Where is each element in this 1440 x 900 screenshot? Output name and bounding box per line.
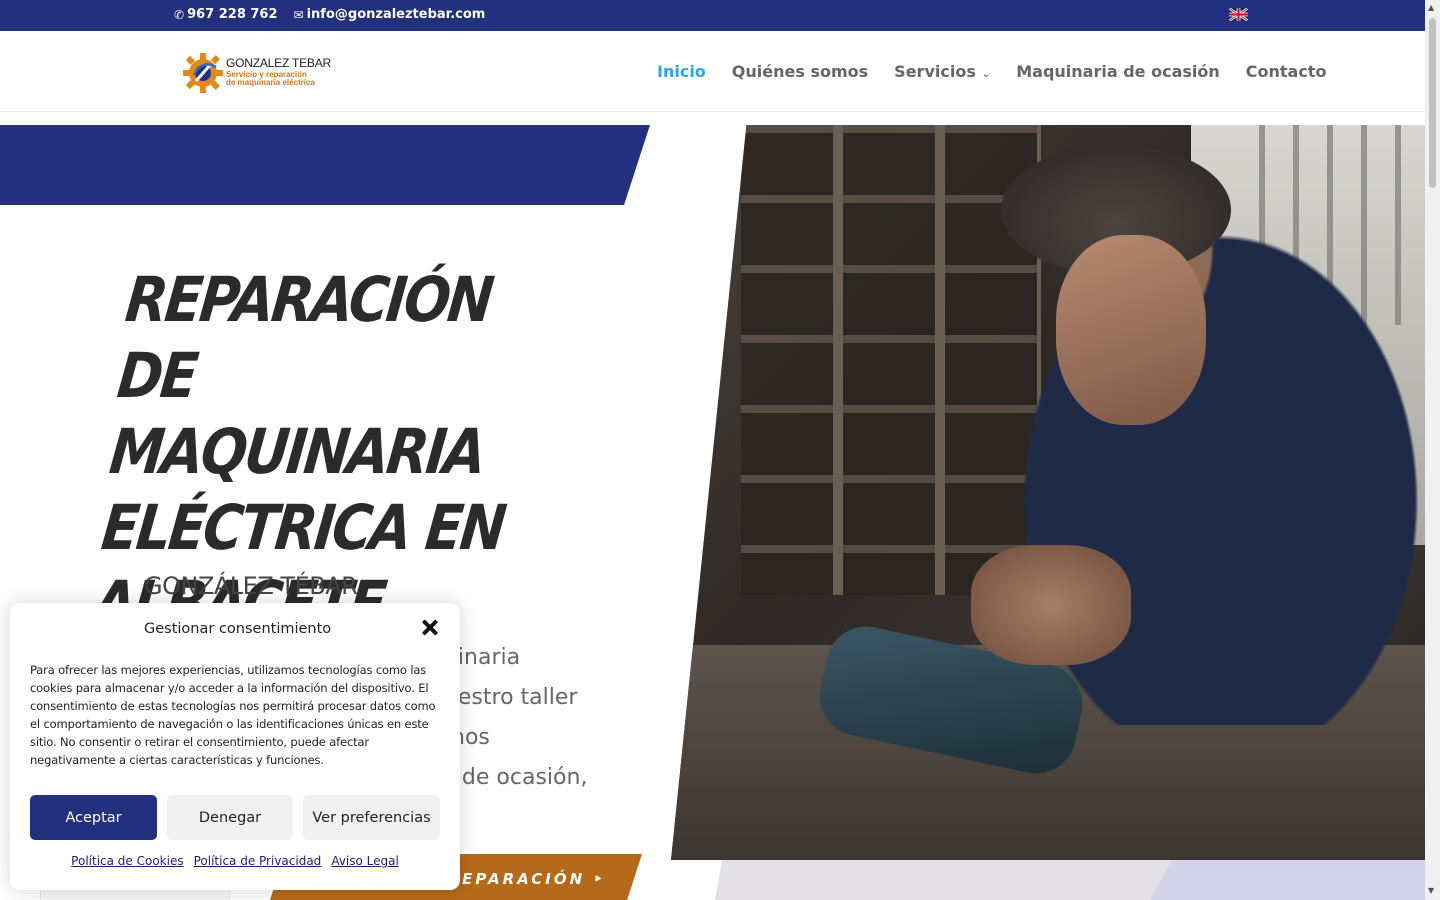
hero-title-line-3: ELÉCTRICA EN <box>98 491 508 564</box>
scroll-up-icon[interactable]: ▲ <box>1428 3 1434 12</box>
email-link[interactable]: ✉ info@gonzaleztebar.com <box>294 7 486 22</box>
hero-bottom-band-accent <box>1150 860 1425 900</box>
site-logo[interactable]: GONZALEZ TEBAR Servicio y reparación de … <box>182 51 332 93</box>
privacy-policy-link[interactable]: Política de Privacidad <box>194 854 322 868</box>
page: ✆ 967 228 762 ✉ info@gonzaleztebar.com G… <box>0 0 1440 900</box>
nav-contacto[interactable]: Contacto <box>1246 62 1327 81</box>
hero-blue-band <box>0 125 650 205</box>
hero-subtitle: GONZÁLEZ TÉBAR <box>144 572 358 600</box>
nav-quienes-somos[interactable]: Quiénes somos <box>732 62 868 81</box>
hero-desc-line-1: quinaria <box>430 645 521 670</box>
phone-icon: ✆ <box>174 7 185 22</box>
cookie-policy-link[interactable]: Política de Cookies <box>71 854 183 868</box>
photo-hands <box>971 545 1131 665</box>
email-icon: ✉ <box>293 7 304 22</box>
uk-flag-icon[interactable] <box>1229 8 1248 21</box>
hero-title-line-1: REPARACIÓN DE <box>114 263 495 412</box>
logo-tagline-2: de maquinaria eléctrica <box>226 78 315 87</box>
nav-servicios[interactable]: Servicios ⌄ <box>894 62 990 81</box>
cta-label: REPARACIÓN ‣ <box>447 870 606 888</box>
phone-link[interactable]: ✆ 967 228 762 <box>174 7 278 22</box>
main-nav: Inicio Quiénes somos Servicios ⌄ Maquinar… <box>657 62 1326 81</box>
hero-desc-line-3: emos <box>430 718 670 758</box>
chevron-down-icon: ⌄ <box>981 69 991 80</box>
top-bar: ✆ 967 228 762 ✉ info@gonzaleztebar.com <box>0 0 1425 31</box>
phone-number: 967 228 762 <box>187 7 278 22</box>
preferences-button[interactable]: Ver preferencias <box>303 795 440 840</box>
site-header: GONZALEZ TEBAR Servicio y reparación de … <box>0 31 1425 112</box>
hero-description: quinaria nuestro taller emos as de ocasi… <box>430 638 670 798</box>
scrollbar-thumb[interactable] <box>1429 18 1436 188</box>
accept-button[interactable]: Aceptar <box>30 795 157 840</box>
hero-desc-line-4: as de ocasión, <box>430 765 588 790</box>
photo-face <box>1056 235 1206 425</box>
hero-desc-line-2: nuestro taller <box>430 685 578 710</box>
hero-title-line-2: MAQUINARIA <box>106 415 488 488</box>
cookie-consent-dialog: Gestionar consentimiento Para ofrecer la… <box>10 603 460 890</box>
email-address: info@gonzaleztebar.com <box>306 7 486 22</box>
top-contact: ✆ 967 228 762 ✉ info@gonzaleztebar.com <box>174 7 485 22</box>
cookie-links: Política de Cookies Política de Privacid… <box>10 854 460 868</box>
cookie-text: Para ofrecer las mejores experiencias, u… <box>30 663 436 767</box>
cookie-title: Gestionar consentimiento <box>144 621 332 637</box>
hero-photo-mechanic <box>671 125 1425 860</box>
nav-maquinaria-ocasion[interactable]: Maquinaria de ocasión <box>1016 62 1220 81</box>
nav-servicios-label: Servicios <box>894 62 976 81</box>
nav-inicio[interactable]: Inicio <box>657 62 706 81</box>
gear-logo-icon <box>183 53 223 93</box>
deny-button[interactable]: Denegar <box>167 795 293 840</box>
scroll-down-icon[interactable]: ▼ <box>1428 886 1434 895</box>
logo-text: GONZALEZ TEBAR Servicio y reparación de … <box>226 57 331 87</box>
logo-brand: GONZALEZ TEBAR <box>226 56 332 70</box>
legal-notice-link[interactable]: Aviso Legal <box>331 854 399 868</box>
close-icon[interactable] <box>419 617 441 639</box>
page-scrollbar[interactable]: ▲ ▼ <box>1425 0 1440 900</box>
